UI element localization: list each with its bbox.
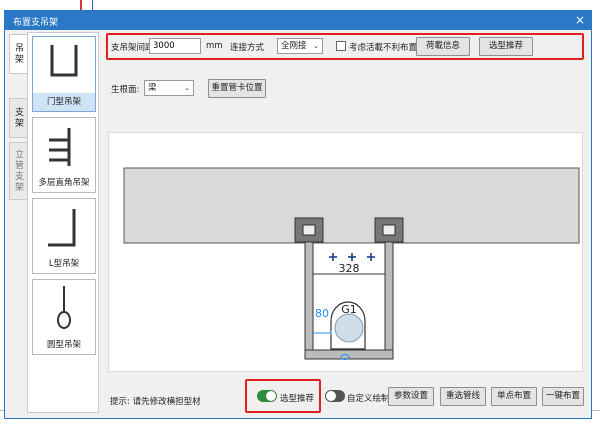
hanger-rod-left [304, 241, 314, 359]
dialog-titlebar: 布置支吊架 × [5, 11, 591, 30]
tab-hanger[interactable]: 吊架 [9, 34, 27, 74]
tab-riser-support[interactable]: 立管支架 [9, 142, 27, 200]
one-click-layout-button[interactable]: 一键布置 [542, 387, 584, 406]
type-label: L型吊架 [48, 259, 80, 269]
hanger-drawing: 328 G1 80 [123, 167, 580, 360]
recommend-toggle[interactable] [257, 390, 277, 402]
select-recommend-button[interactable]: 选型推荐 [479, 37, 533, 56]
dialog-title: 布置支吊架 [13, 18, 59, 28]
spacing-unit: mm [206, 41, 223, 51]
plus-marks [329, 253, 375, 261]
type-label: 圆型吊架 [46, 340, 81, 350]
spacing-input[interactable] [149, 38, 201, 54]
root-value: 梁 [148, 83, 157, 93]
custom-draw-label: 自定义绘制 [347, 394, 390, 404]
preview-canvas: 328 G1 80 [108, 132, 583, 372]
connect-select[interactable]: 全刚接 ⌄ [277, 38, 323, 54]
multilayer-hanger-icon [49, 128, 71, 166]
cad-line [92, 0, 93, 10]
chevron-down-icon: ⌄ [184, 84, 190, 92]
type-card-portal[interactable]: 门型吊架 [32, 36, 96, 112]
support-layout-dialog: 布置支吊架 × 吊架 支架 立管支架 门型吊架 多层直角吊架 L型吊架 圆型吊架… [4, 10, 592, 419]
recommend-toggle-label: 选型推荐 [280, 394, 315, 404]
type-label: 多层直角吊架 [38, 178, 90, 188]
width-dimension: 328 [339, 262, 360, 275]
load-info-button[interactable]: 荷載信息 [416, 37, 470, 56]
type-card-round[interactable]: 圆型吊架 [32, 279, 96, 355]
type-panel: 门型吊架 多层直角吊架 L型吊架 圆型吊架 [27, 32, 99, 413]
single-point-button[interactable]: 单点布置 [491, 387, 537, 406]
type-card-multilayer[interactable]: 多层直角吊架 [32, 117, 96, 193]
consider-label: 考虑活載不利布置 [349, 43, 418, 53]
connect-label: 连接方式 [230, 43, 265, 53]
hanger-rod-right [384, 241, 394, 359]
type-card-l-shape[interactable]: L型吊架 [32, 198, 96, 274]
tab-support[interactable]: 支架 [9, 98, 27, 138]
side-dimension: 80 [315, 307, 329, 320]
consider-checkbox[interactable] [336, 41, 346, 51]
chevron-down-icon: ⌄ [313, 42, 319, 50]
close-icon[interactable]: × [575, 13, 585, 27]
toggle-knob [326, 391, 336, 401]
main-content: 支吊架间距 mm 连接方式 全刚接 ⌄ 考虑活載不利布置 荷載信息 选型推荐 生… [102, 32, 589, 413]
spacing-label: 支吊架间距 [111, 43, 154, 53]
hint-text: 提示: 请先修改横担型材 [110, 397, 201, 407]
reselect-pipe-button[interactable]: 重选管线 [440, 387, 486, 406]
l-hanger-icon [48, 209, 76, 247]
root-select[interactable]: 梁 ⌄ [144, 80, 194, 96]
beam-shape [123, 167, 580, 244]
custom-draw-toggle[interactable] [325, 390, 345, 402]
param-settings-button[interactable]: 参数设置 [388, 387, 434, 406]
cad-line [80, 0, 82, 10]
reset-clip-button[interactable]: 重置管卡位置 [208, 79, 266, 98]
pipe-g1 [334, 313, 364, 343]
connect-value: 全刚接 [281, 41, 307, 51]
toggle-knob [266, 391, 276, 401]
type-label: 门型吊架 [33, 93, 95, 111]
portal-hanger-icon [50, 45, 78, 77]
pipe-label: G1 [341, 303, 357, 316]
root-label: 生根面: [111, 85, 140, 95]
round-hanger-icon [57, 286, 71, 329]
